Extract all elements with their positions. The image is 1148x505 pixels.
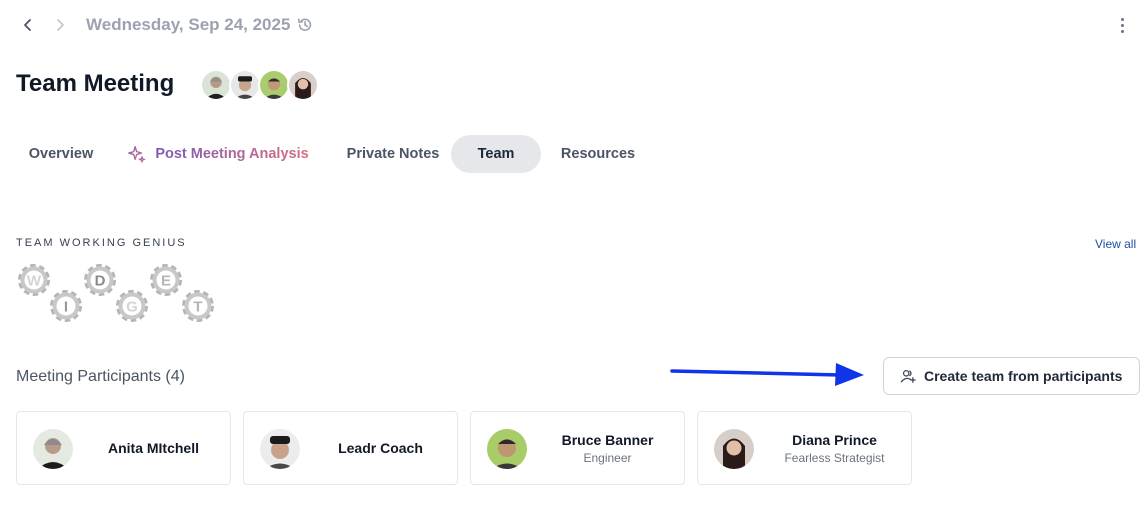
tab-label: Private Notes — [346, 146, 440, 162]
gear-letter: D — [95, 273, 106, 290]
gear-letter: T — [193, 299, 202, 316]
avatar — [260, 429, 300, 469]
create-team-button[interactable]: Create team from participants — [883, 357, 1140, 395]
top-bar: Wednesday, Sep 24, 2025 — [0, 0, 1148, 50]
participant-card[interactable]: Anita MItchell — [16, 411, 231, 485]
avatar — [287, 69, 319, 101]
participant-info: Leadr Coach — [304, 412, 457, 484]
gear-i-icon: I — [53, 293, 80, 320]
add-users-icon — [900, 370, 916, 383]
section-label: TEAM WORKING GENIUS — [16, 237, 187, 249]
gear-letter: W — [27, 273, 42, 290]
gear-w-icon: W — [21, 267, 48, 294]
participant-info: Bruce Banner Engineer — [531, 412, 684, 484]
more-options-icon[interactable] — [1112, 14, 1132, 36]
gear-letter: G — [126, 299, 138, 316]
participant-name: Bruce Banner — [561, 431, 654, 448]
avatar — [200, 69, 232, 101]
participant-card[interactable]: Leadr Coach — [243, 411, 458, 485]
annotation-arrow — [670, 363, 864, 386]
tab-label: Team — [477, 146, 515, 162]
gear-t-icon: T — [185, 293, 212, 320]
participant-name: Anita MItchell — [107, 440, 199, 456]
gear-e-icon: E — [153, 267, 180, 294]
tab-post-meeting-analysis[interactable]: Post Meeting Analysis — [120, 135, 316, 173]
tab-label: Post Meeting Analysis — [155, 146, 309, 162]
participant-role: Engineer — [583, 450, 632, 465]
history-icon[interactable] — [294, 14, 316, 36]
working-genius-gears: W I D G E T — [14, 258, 224, 328]
participant-name: Diana Prince — [792, 431, 877, 448]
avatar — [229, 69, 261, 101]
page-title: Team Meeting — [16, 70, 175, 97]
participants-title: Meeting Participants (4) — [16, 368, 185, 385]
create-team-label: Create team from participants — [924, 368, 1123, 384]
avatar — [33, 429, 73, 469]
gear-letter: I — [64, 299, 68, 316]
tab-private-notes[interactable]: Private Notes — [326, 135, 460, 173]
avatar — [714, 429, 754, 469]
participant-name: Leadr Coach — [338, 440, 423, 456]
participant-role: Fearless Strategist — [784, 450, 885, 465]
participant-info: Anita MItchell — [77, 412, 230, 484]
gear-g-icon: G — [119, 293, 146, 320]
chevron-left-icon[interactable] — [16, 12, 40, 38]
tab-label: Resources — [560, 146, 636, 162]
avatar — [487, 429, 527, 469]
participant-card[interactable]: Diana Prince Fearless Strategist — [697, 411, 912, 485]
avatar — [258, 69, 290, 101]
gear-d-icon: D — [87, 267, 114, 294]
sparkle-icon — [127, 143, 149, 165]
view-all-link[interactable]: View all — [1095, 237, 1136, 251]
meeting-date: Wednesday, Sep 24, 2025 — [86, 15, 291, 34]
tab-resources[interactable]: Resources — [548, 135, 648, 173]
tab-overview[interactable]: Overview — [8, 135, 114, 173]
tab-label: Overview — [28, 146, 94, 162]
participant-info: Diana Prince Fearless Strategist — [758, 412, 911, 484]
tab-team[interactable]: Team — [451, 135, 541, 173]
gear-letter: E — [161, 273, 171, 290]
chevron-right-icon[interactable] — [48, 12, 72, 38]
participant-card[interactable]: Bruce Banner Engineer — [470, 411, 685, 485]
